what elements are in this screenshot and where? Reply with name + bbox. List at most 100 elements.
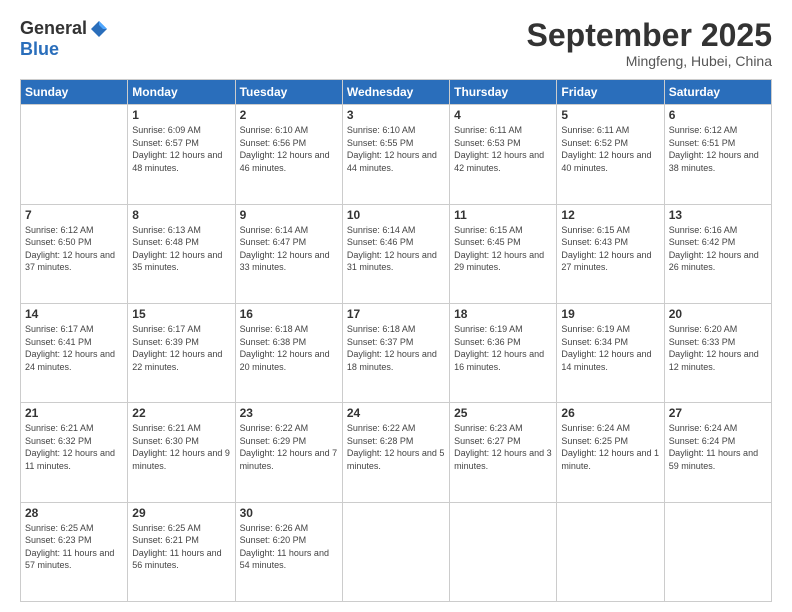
day-number: 23 bbox=[240, 406, 338, 420]
month-title: September 2025 bbox=[527, 18, 772, 53]
header-friday: Friday bbox=[557, 80, 664, 105]
calendar-cell: 11 Sunrise: 6:15 AMSunset: 6:45 PMDayligh… bbox=[450, 204, 557, 303]
calendar-cell: 29 Sunrise: 6:25 AMSunset: 6:21 PMDayligh… bbox=[128, 502, 235, 601]
day-number: 29 bbox=[132, 506, 230, 520]
calendar-cell: 14Sunrise: 6:17 AMSunset: 6:41 PMDayligh… bbox=[21, 303, 128, 402]
day-info: Sunrise: 6:26 AMSunset: 6:20 PMDaylight:… bbox=[240, 522, 338, 572]
calendar-week-row: 7 Sunrise: 6:12 AMSunset: 6:50 PMDaylight… bbox=[21, 204, 772, 303]
calendar-cell: 8 Sunrise: 6:13 AMSunset: 6:48 PMDaylight… bbox=[128, 204, 235, 303]
day-number: 8 bbox=[132, 208, 230, 222]
calendar-cell: 28 Sunrise: 6:25 AMSunset: 6:23 PMDayligh… bbox=[21, 502, 128, 601]
day-number: 26 bbox=[561, 406, 659, 420]
day-info: Sunrise: 6:18 AMSunset: 6:38 PMDaylight:… bbox=[240, 323, 338, 373]
day-number: 27 bbox=[669, 406, 767, 420]
calendar-cell: 6 Sunrise: 6:12 AMSunset: 6:51 PMDaylight… bbox=[664, 105, 771, 204]
day-info: Sunrise: 6:12 AMSunset: 6:50 PMDaylight:… bbox=[25, 224, 123, 274]
day-number: 28 bbox=[25, 506, 123, 520]
day-info: Sunrise: 6:10 AMSunset: 6:55 PMDaylight:… bbox=[347, 124, 445, 174]
calendar-cell: 3Sunrise: 6:10 AMSunset: 6:55 PMDaylight… bbox=[342, 105, 449, 204]
day-info: Sunrise: 6:25 AMSunset: 6:21 PMDaylight:… bbox=[132, 522, 230, 572]
logo-icon bbox=[89, 19, 109, 39]
day-number: 13 bbox=[669, 208, 767, 222]
day-number: 16 bbox=[240, 307, 338, 321]
day-info: Sunrise: 6:15 AMSunset: 6:43 PMDaylight:… bbox=[561, 224, 659, 274]
day-info: Sunrise: 6:15 AMSunset: 6:45 PMDaylight:… bbox=[454, 224, 552, 274]
calendar-cell: 20Sunrise: 6:20 AMSunset: 6:33 PMDayligh… bbox=[664, 303, 771, 402]
calendar-cell bbox=[342, 502, 449, 601]
day-info: Sunrise: 6:24 AMSunset: 6:25 PMDaylight:… bbox=[561, 422, 659, 472]
day-info: Sunrise: 6:14 AMSunset: 6:46 PMDaylight:… bbox=[347, 224, 445, 274]
day-number: 18 bbox=[454, 307, 552, 321]
day-info: Sunrise: 6:23 AMSunset: 6:27 PMDaylight:… bbox=[454, 422, 552, 472]
day-info: Sunrise: 6:18 AMSunset: 6:37 PMDaylight:… bbox=[347, 323, 445, 373]
day-info: Sunrise: 6:21 AMSunset: 6:30 PMDaylight:… bbox=[132, 422, 230, 472]
day-info: Sunrise: 6:20 AMSunset: 6:33 PMDaylight:… bbox=[669, 323, 767, 373]
day-info: Sunrise: 6:22 AMSunset: 6:28 PMDaylight:… bbox=[347, 422, 445, 472]
day-info: Sunrise: 6:11 AMSunset: 6:53 PMDaylight:… bbox=[454, 124, 552, 174]
calendar-cell: 16 Sunrise: 6:18 AMSunset: 6:38 PMDayligh… bbox=[235, 303, 342, 402]
calendar-cell: 24 Sunrise: 6:22 AMSunset: 6:28 PMDayligh… bbox=[342, 403, 449, 502]
day-info: Sunrise: 6:24 AMSunset: 6:24 PMDaylight:… bbox=[669, 422, 767, 472]
calendar-table: Sunday Monday Tuesday Wednesday Thursday… bbox=[20, 79, 772, 602]
day-number: 19 bbox=[561, 307, 659, 321]
calendar-cell: 1 Sunrise: 6:09 AMSunset: 6:57 PMDaylight… bbox=[128, 105, 235, 204]
day-info: Sunrise: 6:11 AMSunset: 6:52 PMDaylight:… bbox=[561, 124, 659, 174]
calendar-cell: 26 Sunrise: 6:24 AMSunset: 6:25 PMDayligh… bbox=[557, 403, 664, 502]
calendar-cell: 4Sunrise: 6:11 AMSunset: 6:53 PMDaylight… bbox=[450, 105, 557, 204]
day-number: 21 bbox=[25, 406, 123, 420]
calendar-cell: 9 Sunrise: 6:14 AMSunset: 6:47 PMDaylight… bbox=[235, 204, 342, 303]
header-wednesday: Wednesday bbox=[342, 80, 449, 105]
day-info: Sunrise: 6:19 AMSunset: 6:34 PMDaylight:… bbox=[561, 323, 659, 373]
day-info: Sunrise: 6:14 AMSunset: 6:47 PMDaylight:… bbox=[240, 224, 338, 274]
day-number: 1 bbox=[132, 108, 230, 122]
calendar-cell: 22 Sunrise: 6:21 AMSunset: 6:30 PMDayligh… bbox=[128, 403, 235, 502]
calendar-week-row: 1 Sunrise: 6:09 AMSunset: 6:57 PMDaylight… bbox=[21, 105, 772, 204]
calendar-cell: 12 Sunrise: 6:15 AMSunset: 6:43 PMDayligh… bbox=[557, 204, 664, 303]
calendar-cell: 7 Sunrise: 6:12 AMSunset: 6:50 PMDaylight… bbox=[21, 204, 128, 303]
header-tuesday: Tuesday bbox=[235, 80, 342, 105]
calendar-week-row: 21 Sunrise: 6:21 AMSunset: 6:32 PMDayligh… bbox=[21, 403, 772, 502]
day-number: 7 bbox=[25, 208, 123, 222]
day-number: 11 bbox=[454, 208, 552, 222]
day-info: Sunrise: 6:09 AMSunset: 6:57 PMDaylight:… bbox=[132, 124, 230, 174]
day-number: 12 bbox=[561, 208, 659, 222]
calendar-cell: 21 Sunrise: 6:21 AMSunset: 6:32 PMDayligh… bbox=[21, 403, 128, 502]
location-subtitle: Mingfeng, Hubei, China bbox=[527, 53, 772, 69]
day-number: 6 bbox=[669, 108, 767, 122]
day-number: 25 bbox=[454, 406, 552, 420]
calendar-cell: 19 Sunrise: 6:19 AMSunset: 6:34 PMDayligh… bbox=[557, 303, 664, 402]
logo-general-text: General bbox=[20, 18, 87, 39]
day-info: Sunrise: 6:25 AMSunset: 6:23 PMDaylight:… bbox=[25, 522, 123, 572]
day-info: Sunrise: 6:12 AMSunset: 6:51 PMDaylight:… bbox=[669, 124, 767, 174]
day-info: Sunrise: 6:21 AMSunset: 6:32 PMDaylight:… bbox=[25, 422, 123, 472]
header-sunday: Sunday bbox=[21, 80, 128, 105]
day-number: 17 bbox=[347, 307, 445, 321]
calendar-cell bbox=[21, 105, 128, 204]
calendar-cell: 5Sunrise: 6:11 AMSunset: 6:52 PMDaylight… bbox=[557, 105, 664, 204]
calendar-cell: 15Sunrise: 6:17 AMSunset: 6:39 PMDayligh… bbox=[128, 303, 235, 402]
day-number: 9 bbox=[240, 208, 338, 222]
day-info: Sunrise: 6:22 AMSunset: 6:29 PMDaylight:… bbox=[240, 422, 338, 472]
logo-blue-text: Blue bbox=[20, 39, 59, 60]
calendar-cell: 13Sunrise: 6:16 AMSunset: 6:42 PMDayligh… bbox=[664, 204, 771, 303]
header: General Blue September 2025 Mingfeng, Hu… bbox=[20, 18, 772, 69]
calendar-cell: 2Sunrise: 6:10 AMSunset: 6:56 PMDaylight… bbox=[235, 105, 342, 204]
day-number: 24 bbox=[347, 406, 445, 420]
calendar-cell: 10 Sunrise: 6:14 AMSunset: 6:46 PMDayligh… bbox=[342, 204, 449, 303]
day-number: 10 bbox=[347, 208, 445, 222]
title-block: September 2025 Mingfeng, Hubei, China bbox=[527, 18, 772, 69]
day-number: 30 bbox=[240, 506, 338, 520]
logo: General Blue bbox=[20, 18, 109, 60]
calendar-cell: 27 Sunrise: 6:24 AMSunset: 6:24 PMDayligh… bbox=[664, 403, 771, 502]
page: General Blue September 2025 Mingfeng, Hu… bbox=[0, 0, 792, 612]
day-number: 2 bbox=[240, 108, 338, 122]
day-number: 22 bbox=[132, 406, 230, 420]
calendar-cell bbox=[557, 502, 664, 601]
day-info: Sunrise: 6:13 AMSunset: 6:48 PMDaylight:… bbox=[132, 224, 230, 274]
calendar-cell bbox=[450, 502, 557, 601]
calendar-cell: 23 Sunrise: 6:22 AMSunset: 6:29 PMDayligh… bbox=[235, 403, 342, 502]
calendar-cell: 30 Sunrise: 6:26 AMSunset: 6:20 PMDayligh… bbox=[235, 502, 342, 601]
calendar-cell bbox=[664, 502, 771, 601]
calendar-cell: 18Sunrise: 6:19 AMSunset: 6:36 PMDayligh… bbox=[450, 303, 557, 402]
calendar-cell: 17 Sunrise: 6:18 AMSunset: 6:37 PMDayligh… bbox=[342, 303, 449, 402]
